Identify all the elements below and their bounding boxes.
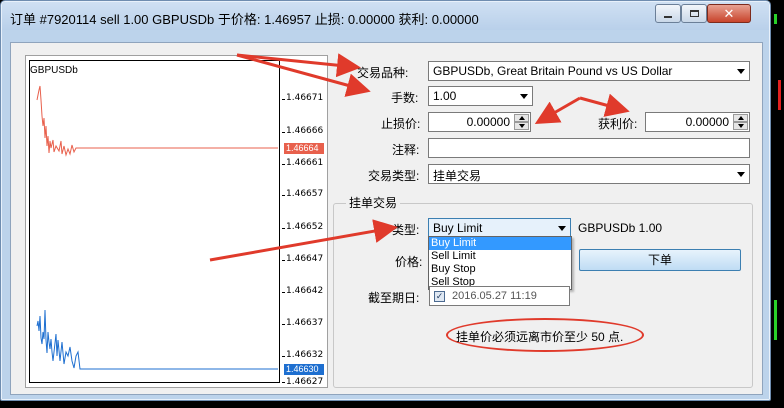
screen: 订单 #7920114 sell 1.00 GBPUSDb 于价格: 1.469… <box>0 0 784 408</box>
price-tick-label: 1.46627 <box>286 377 324 387</box>
minimize-icon <box>664 15 672 18</box>
expiry-value: 2016.05.27 11:19 <box>452 290 537 302</box>
pending-symbol-volume: GBPUSDb 1.00 <box>578 221 663 235</box>
terminal-background <box>770 0 784 408</box>
bid-price-flag: 1.46630 <box>284 364 324 375</box>
comment-input[interactable] <box>428 138 750 158</box>
maximize-button[interactable] <box>681 4 707 23</box>
dropdown-option[interactable]: Sell Limit <box>429 250 571 263</box>
dialog-body: GBPUSDb 1.46671 1.46666 1.46661 1.46657 … <box>10 42 763 395</box>
price-axis: 1.46671 1.46666 1.46661 1.46657 1.46652 … <box>282 60 326 387</box>
close-icon: ✕ <box>723 5 735 21</box>
axis-tick <box>282 164 285 165</box>
pending-type-label: 类型: <box>392 223 420 237</box>
axis-tick <box>282 195 285 196</box>
stoploss-spin-buttons <box>514 114 529 130</box>
tick-chart: GBPUSDb 1.46671 1.46666 1.46661 1.46657 … <box>25 55 328 388</box>
symbol-select[interactable]: GBPUSDb, Great Britain Pound vs US Dolla… <box>428 61 750 81</box>
close-button[interactable]: ✕ <box>707 4 751 23</box>
title-bar[interactable]: 订单 #7920114 sell 1.00 GBPUSDb 于价格: 1.469… <box>2 2 769 30</box>
place-order-button[interactable]: 下单 <box>579 249 741 271</box>
price-tick-label: 1.46657 <box>286 189 324 199</box>
dropdown-option[interactable]: Buy Limit <box>429 237 571 250</box>
axis-tick <box>282 132 285 133</box>
takeprofit-spin-buttons <box>733 114 748 130</box>
expiry-datetime-picker[interactable]: ✓ 2016.05.27 11:19 <box>429 286 570 306</box>
order-dialog: 订单 #7920114 sell 1.00 GBPUSDb 于价格: 1.469… <box>0 0 771 401</box>
axis-tick <box>282 324 285 325</box>
stoploss-label: 止损价: <box>381 117 421 131</box>
pending-distance-note: 挂单价必须远离市价至少 50 点. <box>456 330 624 344</box>
chevron-down-icon <box>558 226 566 231</box>
spin-up-icon[interactable] <box>514 114 529 122</box>
price-tick-label: 1.46637 <box>286 318 324 328</box>
symbol-label: 交易品种: <box>357 66 409 80</box>
ordertype-label: 交易类型: <box>368 169 420 183</box>
price-tick-label: 1.46671 <box>286 93 324 103</box>
axis-tick <box>282 99 285 100</box>
takeprofit-spinner[interactable]: 0.00000 <box>645 112 750 132</box>
dropdown-option[interactable]: Buy Stop <box>429 263 571 276</box>
pending-group-title: 挂单交易 <box>346 194 401 211</box>
ask-price-flag: 1.46664 <box>284 143 324 154</box>
bid-tick-line <box>36 309 278 370</box>
chevron-down-icon <box>737 69 745 74</box>
symbol-select-value: GBPUSDb, Great Britain Pound vs US Dolla… <box>433 64 673 78</box>
price-tick-label: 1.46666 <box>286 126 324 136</box>
checkmark-icon[interactable]: ✓ <box>434 291 445 302</box>
stoploss-value: 0.00000 <box>466 115 510 129</box>
pending-type-select[interactable]: Buy Limit <box>428 218 571 238</box>
takeprofit-value: 0.00000 <box>685 115 729 129</box>
bg-bar <box>774 300 777 340</box>
price-tick-label: 1.46647 <box>286 254 324 264</box>
pending-type-dropdown: Buy Limit Sell Limit Buy Stop Sell Stop <box>428 236 572 290</box>
chevron-down-icon <box>737 172 745 177</box>
stoploss-spinner[interactable]: 0.00000 <box>428 112 531 132</box>
axis-tick <box>282 292 285 293</box>
ask-tick-line <box>36 85 278 157</box>
minimize-button[interactable] <box>655 4 681 23</box>
pending-type-value: Buy Limit <box>433 221 483 235</box>
comment-label: 注释: <box>392 143 420 157</box>
axis-tick <box>282 356 285 357</box>
pending-price-label: 价格: <box>395 255 423 269</box>
spin-down-icon[interactable] <box>733 122 748 130</box>
price-tick-label: 1.46632 <box>286 350 324 360</box>
bg-bar <box>778 80 781 110</box>
price-tick-label: 1.46642 <box>286 286 324 296</box>
maximize-icon <box>689 10 699 17</box>
axis-tick <box>282 382 285 383</box>
volume-label: 手数: <box>391 91 419 105</box>
spin-up-icon[interactable] <box>733 114 748 122</box>
axis-tick <box>282 260 285 261</box>
volume-select-value: 1.00 <box>433 89 457 103</box>
takeprofit-label: 获利价: <box>598 117 638 131</box>
axis-tick <box>282 228 285 229</box>
volume-select[interactable]: 1.00 <box>428 86 533 106</box>
ordertype-select[interactable]: 挂单交易 <box>428 164 750 184</box>
spin-down-icon[interactable] <box>514 122 529 130</box>
chevron-down-icon <box>520 94 528 99</box>
window-title: 订单 #7920114 sell 1.00 GBPUSDb 于价格: 1.469… <box>10 12 479 27</box>
price-tick-label: 1.46661 <box>286 158 324 168</box>
bg-bar <box>774 14 777 24</box>
ordertype-select-value: 挂单交易 <box>433 169 482 183</box>
expiry-label: 截至期日: <box>368 291 420 305</box>
price-tick-label: 1.46652 <box>286 222 324 232</box>
